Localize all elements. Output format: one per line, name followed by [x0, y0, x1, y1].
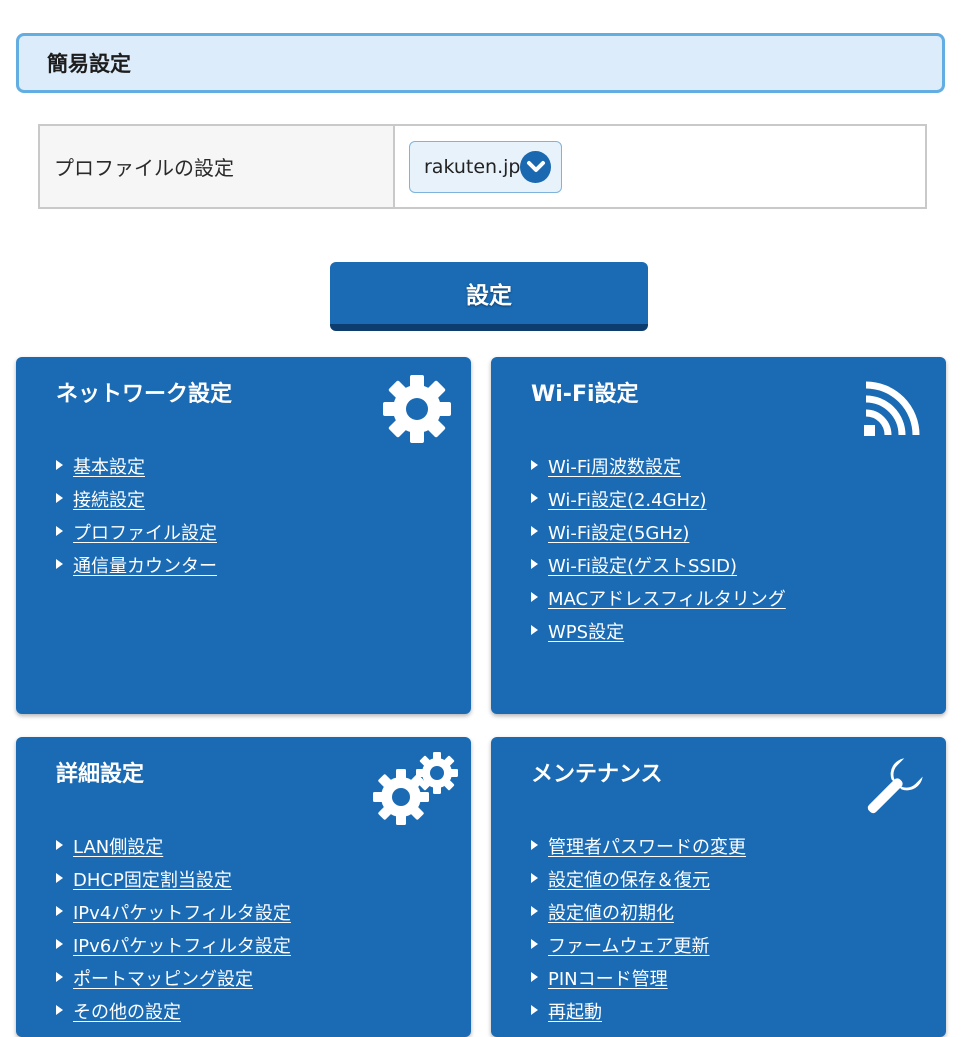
profile-select-value: rakuten.jp	[424, 155, 521, 178]
triangle-bullet-icon	[531, 938, 538, 949]
maintenance-links: 管理者パスワードの変更 設定値の保存＆復元 設定値の初期化 ファームウェア更新 …	[531, 831, 946, 1029]
list-item: Wi-Fi設定(ゲストSSID)	[531, 550, 946, 583]
triangle-bullet-icon	[531, 872, 538, 883]
list-item: その他の設定	[56, 996, 471, 1029]
list-item: 再起動	[531, 996, 946, 1029]
link-backup-restore[interactable]: 設定値の保存＆復元	[548, 864, 710, 897]
list-item: PINコード管理	[531, 963, 946, 996]
list-item: Wi-Fi設定(5GHz)	[531, 517, 946, 550]
list-item: ポートマッピング設定	[56, 963, 471, 996]
section-title: 簡易設定	[47, 52, 131, 76]
triangle-bullet-icon	[56, 492, 63, 503]
triangle-bullet-icon	[531, 839, 538, 850]
link-lan-settings[interactable]: LAN側設定	[73, 831, 163, 864]
triangle-bullet-icon	[531, 558, 538, 569]
triangle-bullet-icon	[56, 1004, 63, 1015]
card-advanced-settings: 詳細設定 LAN側設定 DHCP固定割当設定 IPv4パケットフィルタ設定 IP…	[16, 737, 471, 1037]
apply-settings-button[interactable]: 設定	[330, 262, 648, 331]
gears-icon	[371, 751, 461, 831]
link-firmware-update[interactable]: ファームウェア更新	[548, 930, 709, 963]
list-item: Wi-Fi周波数設定	[531, 451, 946, 484]
wrench-icon	[860, 755, 926, 825]
link-factory-reset[interactable]: 設定値の初期化	[548, 897, 674, 930]
triangle-bullet-icon	[56, 938, 63, 949]
list-item: 通信量カウンター	[56, 550, 471, 583]
link-wifi-24ghz[interactable]: Wi-Fi設定(2.4GHz)	[548, 484, 707, 517]
link-wifi-5ghz[interactable]: Wi-Fi設定(5GHz)	[548, 517, 689, 550]
link-wifi-guest-ssid[interactable]: Wi-Fi設定(ゲストSSID)	[548, 550, 737, 583]
section-header: 簡易設定	[16, 33, 945, 93]
triangle-bullet-icon	[56, 839, 63, 850]
link-ipv6-filter[interactable]: IPv6パケットフィルタ設定	[73, 930, 291, 963]
link-reboot[interactable]: 再起動	[548, 996, 602, 1029]
link-profile-settings[interactable]: プロファイル設定	[73, 517, 217, 550]
list-item: プロファイル設定	[56, 517, 471, 550]
card-maintenance: メンテナンス 管理者パスワードの変更 設定値の保存＆復元 設定値の初期化 ファー…	[491, 737, 946, 1037]
triangle-bullet-icon	[531, 971, 538, 982]
triangle-bullet-icon	[531, 905, 538, 916]
list-item: 基本設定	[56, 451, 471, 484]
list-item: WPS設定	[531, 616, 946, 649]
wifi-links: Wi-Fi周波数設定 Wi-Fi設定(2.4GHz) Wi-Fi設定(5GHz)…	[531, 451, 946, 649]
triangle-bullet-icon	[531, 459, 538, 470]
link-wifi-frequency[interactable]: Wi-Fi周波数設定	[548, 451, 681, 484]
advanced-links: LAN側設定 DHCP固定割当設定 IPv4パケットフィルタ設定 IPv6パケッ…	[56, 831, 471, 1029]
link-pin-management[interactable]: PINコード管理	[548, 963, 668, 996]
list-item: 設定値の初期化	[531, 897, 946, 930]
list-item: 設定値の保存＆復元	[531, 864, 946, 897]
link-admin-password[interactable]: 管理者パスワードの変更	[548, 831, 746, 864]
profile-setting-row: プロファイルの設定 rakuten.jp	[38, 124, 927, 209]
triangle-bullet-icon	[56, 971, 63, 982]
network-links: 基本設定 接続設定 プロファイル設定 通信量カウンター	[56, 451, 471, 583]
list-item: ファームウェア更新	[531, 930, 946, 963]
list-item: 管理者パスワードの変更	[531, 831, 946, 864]
link-connection-settings[interactable]: 接続設定	[73, 484, 145, 517]
list-item: 接続設定	[56, 484, 471, 517]
list-item: IPv6パケットフィルタ設定	[56, 930, 471, 963]
triangle-bullet-icon	[56, 459, 63, 470]
link-other-settings[interactable]: その他の設定	[73, 996, 181, 1029]
link-dhcp-static[interactable]: DHCP固定割当設定	[73, 864, 232, 897]
profile-label: プロファイルの設定	[40, 126, 395, 207]
link-mac-filtering[interactable]: MACアドレスフィルタリング	[548, 583, 786, 616]
link-port-mapping[interactable]: ポートマッピング設定	[73, 963, 253, 996]
triangle-bullet-icon	[56, 872, 63, 883]
link-wps-settings[interactable]: WPS設定	[548, 616, 624, 649]
list-item: Wi-Fi設定(2.4GHz)	[531, 484, 946, 517]
triangle-bullet-icon	[56, 558, 63, 569]
triangle-bullet-icon	[531, 1004, 538, 1015]
profile-select[interactable]: rakuten.jp	[409, 140, 562, 193]
list-item: MACアドレスフィルタリング	[531, 583, 946, 616]
wifi-signal-icon	[862, 377, 922, 443]
list-item: IPv4パケットフィルタ設定	[56, 897, 471, 930]
list-item: LAN側設定	[56, 831, 471, 864]
link-data-counter[interactable]: 通信量カウンター	[73, 550, 217, 583]
link-ipv4-filter[interactable]: IPv4パケットフィルタ設定	[73, 897, 291, 930]
triangle-bullet-icon	[531, 624, 538, 635]
triangle-bullet-icon	[56, 525, 63, 536]
card-wifi-settings: Wi-Fi設定 Wi-Fi周波数設定 Wi-Fi設定(2.4GHz) Wi-Fi…	[491, 357, 946, 714]
list-item: DHCP固定割当設定	[56, 864, 471, 897]
link-basic-settings[interactable]: 基本設定	[73, 451, 145, 484]
triangle-bullet-icon	[56, 905, 63, 916]
gear-icon	[381, 373, 453, 449]
triangle-bullet-icon	[531, 525, 538, 536]
card-network-settings: ネットワーク設定 基本設定 接続設定 プロファイル設定 通信量カウンター	[16, 357, 471, 714]
profile-value-cell: rakuten.jp	[395, 126, 925, 207]
triangle-bullet-icon	[531, 492, 538, 503]
triangle-bullet-icon	[531, 591, 538, 602]
chevron-down-icon	[520, 150, 551, 183]
